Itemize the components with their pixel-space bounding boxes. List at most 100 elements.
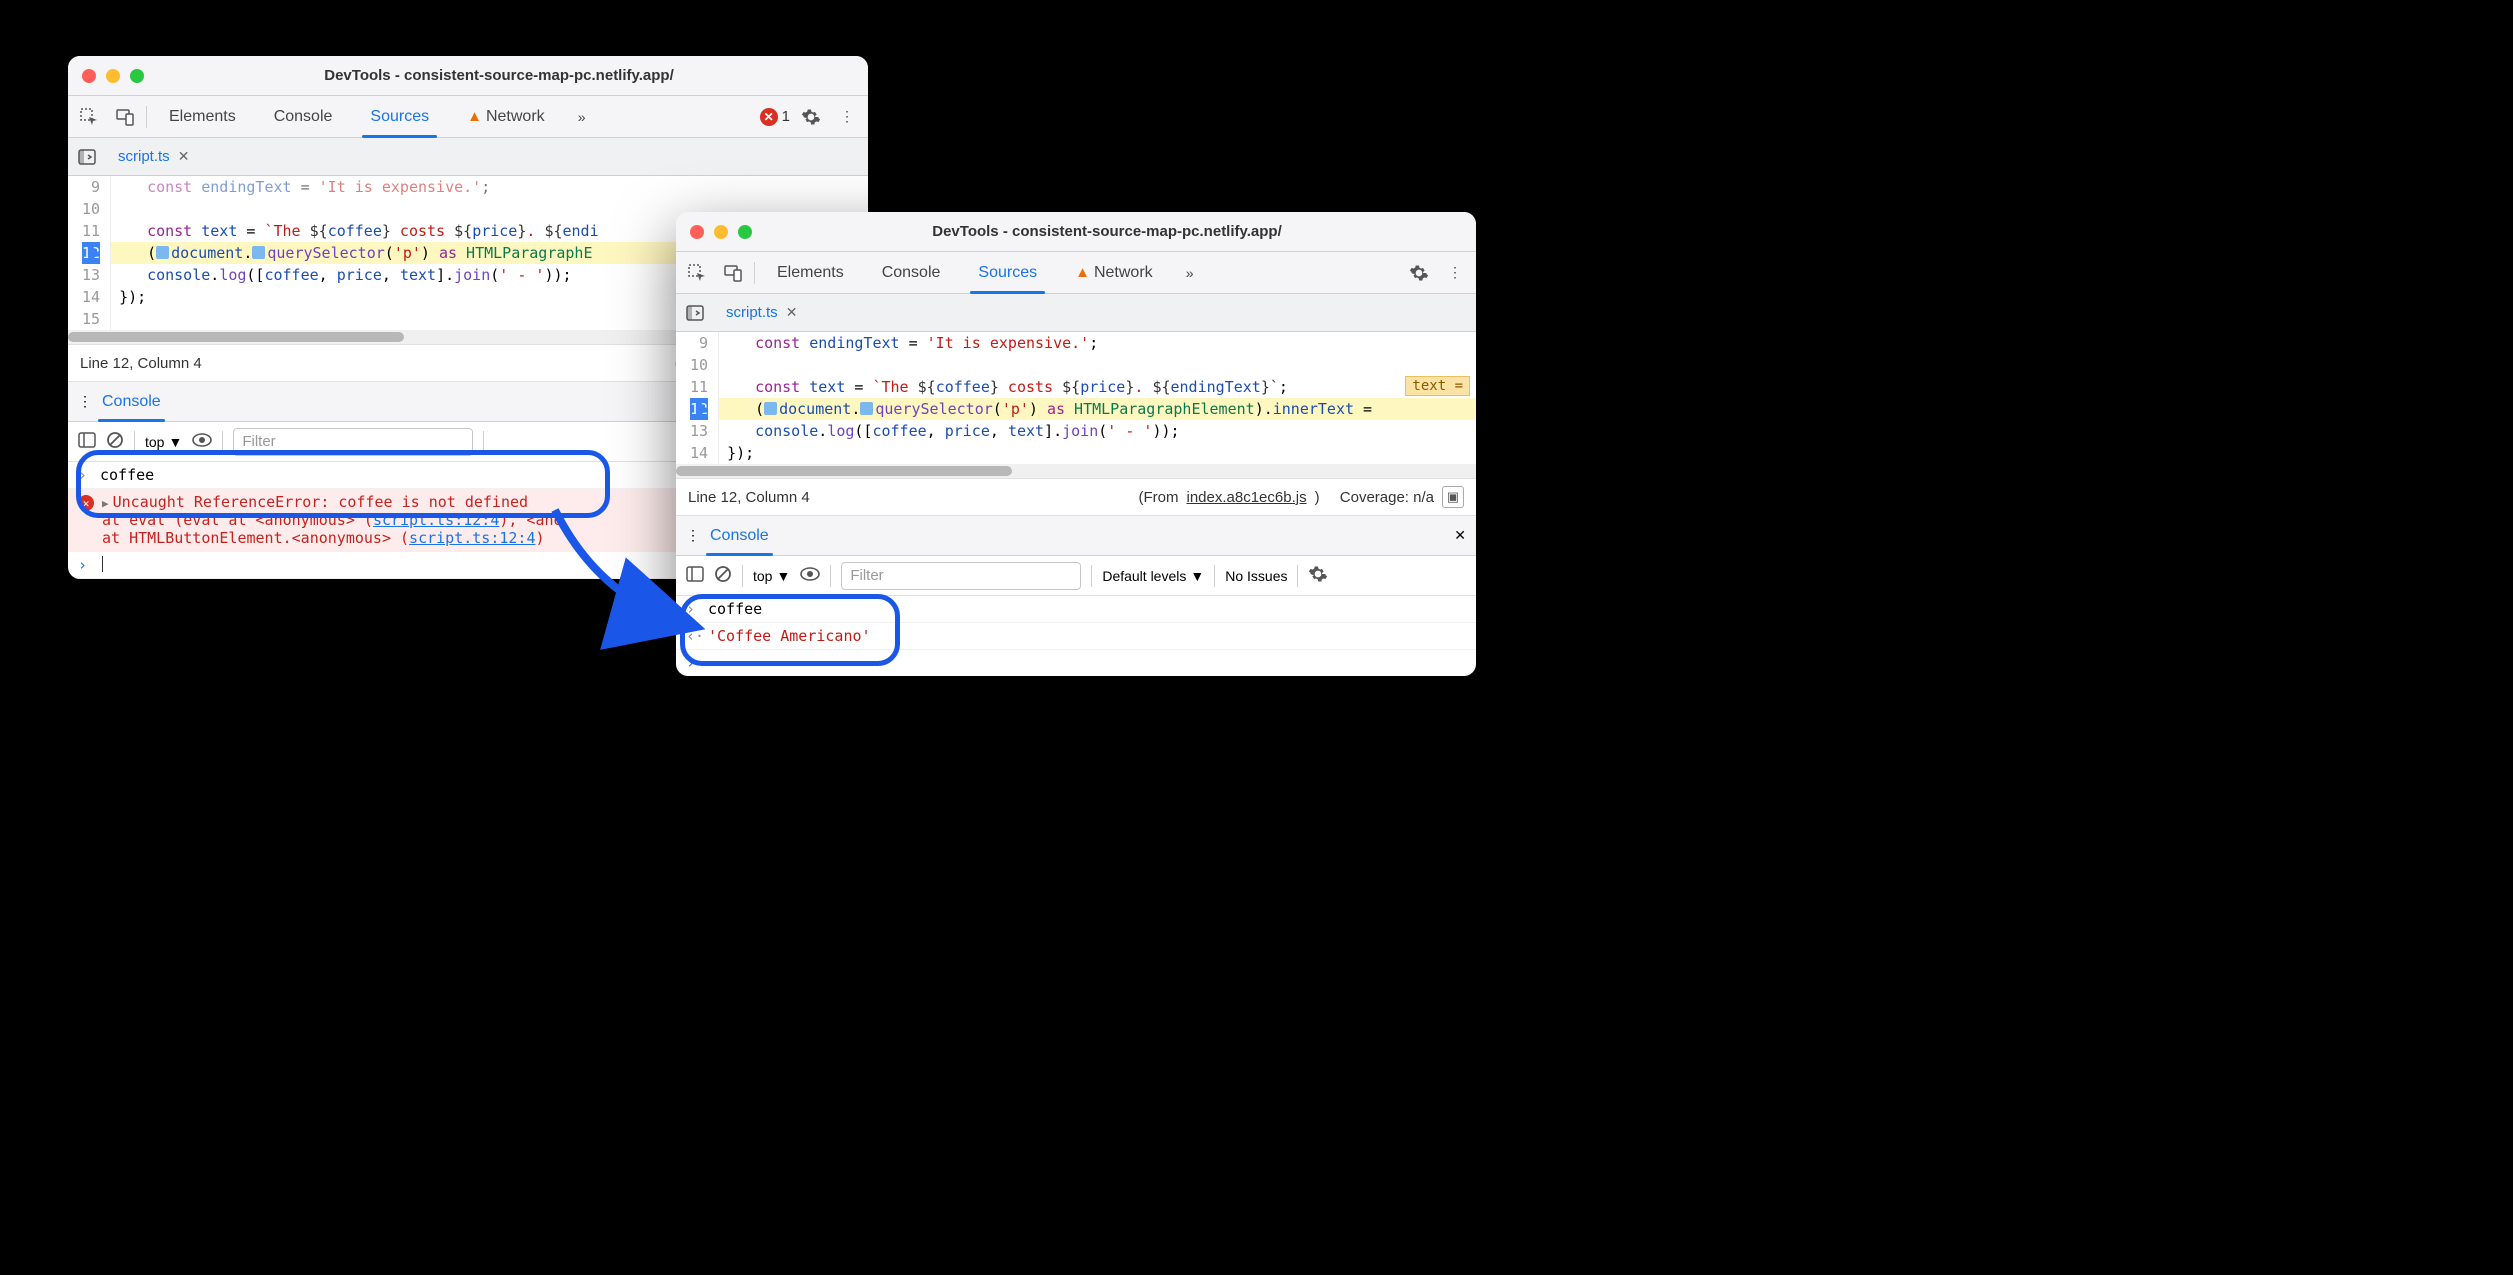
line-num: 13	[82, 264, 100, 286]
file-tab-script[interactable]: script.ts✕	[716, 299, 807, 327]
console-prompt-icon[interactable]: ›	[78, 556, 92, 574]
coverage-toggle-icon[interactable]: ▣	[1442, 486, 1464, 508]
from-suffix: )	[1315, 489, 1320, 506]
error-badge[interactable]: ✕1	[760, 108, 790, 126]
console-toolbar: top▼ Filter Default levels▼ No Issues	[676, 556, 1476, 596]
context-label: top	[145, 434, 164, 450]
minimize-window-button[interactable]	[106, 69, 120, 83]
chevron-down-icon: ▼	[168, 434, 182, 450]
tab-sources[interactable]: Sources	[354, 96, 445, 137]
close-drawer-icon[interactable]: ✕	[1454, 527, 1466, 544]
source-map-link[interactable]: index.a8c1ec6b.js	[1187, 489, 1307, 506]
tab-network[interactable]: ▲Network	[451, 96, 561, 137]
stack-frame: )	[535, 529, 544, 547]
settings-icon[interactable]	[1404, 258, 1434, 288]
close-file-icon[interactable]: ✕	[178, 148, 190, 165]
minimize-window-button[interactable]	[714, 225, 728, 239]
line-gutter: 9 10 11 12 13 14	[676, 332, 719, 464]
live-expression-icon[interactable]	[192, 433, 212, 450]
device-toggle-icon[interactable]	[110, 102, 140, 132]
stack-link[interactable]: script.ts:12:4	[409, 529, 535, 547]
error-message: Uncaught ReferenceError: coffee is not d…	[113, 493, 528, 511]
warning-icon: ▲	[1075, 264, 1090, 281]
tab-network-label: Network	[1094, 264, 1153, 282]
close-file-icon[interactable]: ✕	[786, 304, 798, 321]
close-window-button[interactable]	[82, 69, 96, 83]
filter-input[interactable]: Filter	[233, 428, 473, 456]
console-prompt-icon[interactable]: ›	[686, 654, 700, 672]
tab-network[interactable]: ▲Network	[1059, 252, 1169, 293]
editor-statusbar: Line 12, Column 4 (From index.a8c1ec6b.j…	[676, 478, 1476, 516]
kebab-menu-icon[interactable]: ⋮	[832, 102, 862, 132]
code-body[interactable]: const endingText = 'It is expensive.'; c…	[719, 332, 1476, 464]
console-input-text: coffee	[708, 600, 762, 618]
sidebar-toggle-icon[interactable]	[78, 431, 96, 452]
titlebar[interactable]: DevTools - consistent-source-map-pc.netl…	[68, 56, 868, 96]
console-settings-icon[interactable]	[1308, 564, 1328, 587]
file-tabs: script.ts✕	[676, 294, 1476, 332]
log-levels-selector[interactable]: Default levels▼	[1102, 568, 1204, 584]
coverage-label: Coverage: n/a	[1340, 489, 1434, 506]
console-output-chevron-icon: ‹·	[686, 627, 700, 645]
tab-elements[interactable]: Elements	[153, 96, 252, 137]
code-editor[interactable]: 9 10 11 12 13 14 const endingText = 'It …	[676, 332, 1476, 464]
inline-value-badge: text =	[1405, 376, 1470, 396]
context-selector[interactable]: top▼	[753, 568, 790, 584]
console-input-text: coffee	[100, 466, 154, 484]
issues-label[interactable]: No Issues	[1225, 568, 1287, 584]
drawer-menu-icon[interactable]: ⋮	[686, 527, 700, 544]
line-num: 15	[82, 308, 100, 330]
cursor-position: Line 12, Column 4	[688, 489, 810, 506]
clear-console-icon[interactable]	[106, 431, 124, 452]
inspect-element-icon[interactable]	[682, 258, 712, 288]
drawer-menu-icon[interactable]: ⋮	[78, 393, 92, 410]
error-icon: ✕	[760, 108, 778, 126]
titlebar[interactable]: DevTools - consistent-source-map-pc.netl…	[676, 212, 1476, 252]
cursor-position: Line 12, Column 4	[80, 355, 202, 372]
close-window-button[interactable]	[690, 225, 704, 239]
tab-elements[interactable]: Elements	[761, 252, 860, 293]
navigator-toggle-icon[interactable]	[682, 300, 708, 326]
navigator-toggle-icon[interactable]	[74, 144, 100, 170]
stack-link[interactable]: script.ts:12:4	[373, 511, 499, 529]
object-chip-icon	[860, 402, 873, 415]
context-label: top	[753, 568, 772, 584]
clear-console-icon[interactable]	[714, 565, 732, 586]
more-tabs-icon[interactable]: »	[567, 102, 597, 132]
horizontal-scrollbar[interactable]	[676, 464, 1476, 478]
from-prefix: (From	[1139, 489, 1179, 506]
tab-network-label: Network	[486, 108, 545, 126]
tab-sources[interactable]: Sources	[962, 252, 1053, 293]
maximize-window-button[interactable]	[738, 225, 752, 239]
line-num: 10	[82, 198, 100, 220]
kebab-menu-icon[interactable]: ⋮	[1440, 258, 1470, 288]
window-controls	[82, 69, 144, 83]
window-title: DevTools - consistent-source-map-pc.netl…	[752, 223, 1462, 240]
tab-console[interactable]: Console	[258, 96, 349, 137]
live-expression-icon[interactable]	[800, 567, 820, 584]
line-num: 14	[82, 286, 100, 308]
line-num-current: 12	[690, 398, 708, 420]
console-input-chevron-icon: ›	[686, 600, 700, 618]
maximize-window-button[interactable]	[130, 69, 144, 83]
sidebar-toggle-icon[interactable]	[686, 565, 704, 586]
inspect-element-icon[interactable]	[74, 102, 104, 132]
drawer-tab-console[interactable]: Console	[92, 382, 171, 421]
console-result: 'Coffee Americano'	[708, 627, 871, 645]
drawer-tab-console[interactable]: Console	[700, 516, 779, 555]
device-toggle-icon[interactable]	[718, 258, 748, 288]
error-icon: ✕	[78, 495, 94, 511]
console-output[interactable]: › coffee ‹· 'Coffee Americano' ›	[676, 596, 1476, 676]
file-tabs: script.ts ✕	[68, 138, 868, 176]
more-tabs-icon[interactable]: »	[1175, 258, 1205, 288]
line-num: 14	[690, 442, 708, 464]
chevron-down-icon: ▼	[776, 568, 790, 584]
file-tab-script[interactable]: script.ts ✕	[108, 143, 199, 171]
tab-console[interactable]: Console	[866, 252, 957, 293]
filter-input[interactable]: Filter	[841, 562, 1081, 590]
context-selector[interactable]: top▼	[145, 434, 182, 450]
line-num: 11	[690, 376, 708, 398]
file-tab-label: script.ts	[118, 148, 170, 165]
settings-icon[interactable]	[796, 102, 826, 132]
expand-triangle-icon[interactable]: ▶	[102, 497, 109, 510]
